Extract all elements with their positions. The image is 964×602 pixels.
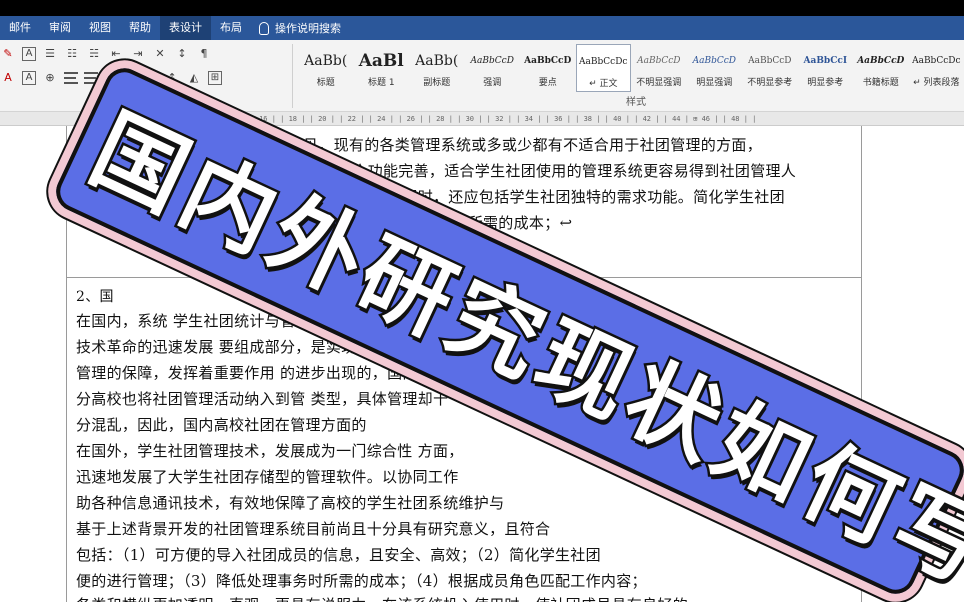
style-subtle-emphasis[interactable]: AaBbCcD 不明显强调: [631, 44, 687, 92]
style-name: 标题 1: [367, 78, 395, 88]
document-line: 分混乱，因此，国内高校社团在管理方面的: [76, 416, 367, 434]
document-line: 分高校也将社团管理活动纳入到管 类型，具体管理却十: [76, 390, 449, 408]
format-painter-icon[interactable]: ✎: [0, 47, 16, 61]
char-border-icon[interactable]: A: [22, 71, 36, 85]
document-line: 迅速地发展了大学生社团存储型的管理软件。以协同工作: [76, 468, 459, 486]
show-marks-icon[interactable]: ¶: [196, 47, 212, 61]
multilevel-list-icon[interactable]: ☵: [86, 47, 102, 61]
style-name: 要点: [538, 78, 557, 88]
styles-gallery: AaBb( 标题 AaBl 标题 1 AaBb( 副标题 AaBbCcD 强调 …: [298, 44, 964, 98]
align-left-icon[interactable]: [64, 72, 78, 84]
style-name: 不明显强调: [636, 78, 682, 88]
tell-me-label: 操作说明搜索: [275, 22, 341, 35]
font-color-icon[interactable]: A: [0, 71, 16, 85]
style-name: ↵ 列表段落: [913, 78, 960, 88]
tab-review[interactable]: 审阅: [40, 16, 80, 40]
document-line: 包括：（1）可方便的导入社团成员的信息，且安全、高效；（2）简化学生社团: [76, 546, 601, 564]
document-line: 各类和横纵更加透明、直观、更具有说服力。在该系统投入使用时，使社团成员具有良好的: [76, 594, 688, 602]
sort-icon[interactable]: ↕: [174, 47, 190, 61]
style-sample: AaBbCcDc: [912, 56, 961, 66]
tab-view[interactable]: 视图: [80, 16, 120, 40]
shading-icon[interactable]: ◭: [186, 71, 202, 85]
window-top-bar: [0, 0, 964, 16]
decrease-indent-icon[interactable]: ⇤: [108, 47, 124, 61]
style-name: 不明显参考: [747, 78, 793, 88]
styles-group-label: 样式: [626, 97, 646, 108]
document-line: 2、国: [76, 289, 114, 305]
tab-table-design[interactable]: 表设计: [160, 16, 211, 40]
style-heading-1[interactable]: AaBl 标题 1: [354, 44, 410, 92]
style-subtitle[interactable]: AaBb( 副标题: [409, 44, 465, 92]
style-intense-emphasis[interactable]: AaBbCcD 明显强调: [687, 44, 743, 92]
document-line: 便的进行管理；（3）降低处理事务时所需的成本；（4）根据成员角色匹配工作内容；: [76, 572, 647, 590]
numbering-icon[interactable]: ☷: [64, 47, 80, 61]
style-name: 标题: [316, 78, 335, 88]
tab-help[interactable]: 帮助: [120, 16, 160, 40]
paragraph-row-1: ✎ A ☰ ☷ ☵ ⇤ ⇥ ✕ ↕ ¶: [0, 47, 212, 61]
style-sample: AaBbCcD: [857, 56, 905, 66]
increase-indent-icon[interactable]: ⇥: [130, 47, 146, 61]
style-name: ↵ 正文: [589, 79, 618, 89]
style-sample: AaBbCcD: [524, 56, 572, 66]
text-box-icon[interactable]: A: [22, 47, 36, 61]
style-normal[interactable]: AaBbCcDc ↵ 正文: [575, 44, 632, 92]
document-line: 助各种信息通讯技术，有效地保障了高校的学生社团系统维护与: [76, 494, 505, 512]
style-book-title[interactable]: AaBbCcD 书籍标题: [853, 44, 909, 92]
ribbon-tab-strip: 邮件 审阅 视图 帮助 表设计 布局 操作说明搜索: [0, 16, 964, 40]
style-intense-reference[interactable]: AaBbCcI 明显参考: [798, 44, 854, 92]
style-strong[interactable]: AaBbCcD 要点: [520, 44, 576, 92]
style-name: 明显参考: [807, 78, 844, 88]
style-name: 书籍标题: [862, 78, 899, 88]
tab-mailings[interactable]: 邮件: [0, 16, 40, 40]
style-sample: AaBbCcDc: [579, 57, 628, 67]
style-emphasis[interactable]: AaBbCcD 强调: [465, 44, 521, 92]
style-sample: AaBbCcD: [637, 56, 681, 66]
style-sample: AaBbCcD: [470, 56, 514, 66]
tab-layout[interactable]: 布局: [211, 16, 251, 40]
style-sample: AaBbCcD: [748, 56, 792, 66]
style-list-paragraph[interactable]: AaBbCcDc ↵ 列表段落: [909, 44, 964, 92]
style-name: 强调: [483, 78, 502, 88]
style-sample: AaBb(: [304, 53, 348, 69]
style-subtle-reference[interactable]: AaBbCcD 不明显参考: [742, 44, 798, 92]
document-line: 在国外，学生社团管理技术，发展成为一门综合性 方面，: [76, 442, 464, 460]
enclosed-char-icon[interactable]: ⊕: [42, 71, 58, 85]
borders-icon[interactable]: ⊞: [208, 71, 222, 85]
style-sample: AaBl: [358, 51, 404, 71]
style-name: 副标题: [423, 78, 451, 88]
style-name: 明显强调: [696, 78, 733, 88]
group-divider: [292, 44, 293, 108]
document-line: 基于上述背景开发的社团管理系统目前尚且十分具有研究意义，且符合: [76, 520, 551, 538]
bullets-icon[interactable]: ☰: [42, 47, 58, 61]
style-sample: AaBb(: [415, 53, 459, 69]
tell-me-search[interactable]: 操作说明搜索: [251, 20, 341, 36]
style-sample: AaBbCcI: [803, 56, 848, 66]
asian-layout-icon[interactable]: ✕: [152, 47, 168, 61]
style-sample: AaBbCcD: [692, 56, 736, 66]
lightbulb-icon: [259, 21, 269, 35]
style-title[interactable]: AaBb( 标题: [298, 44, 354, 92]
